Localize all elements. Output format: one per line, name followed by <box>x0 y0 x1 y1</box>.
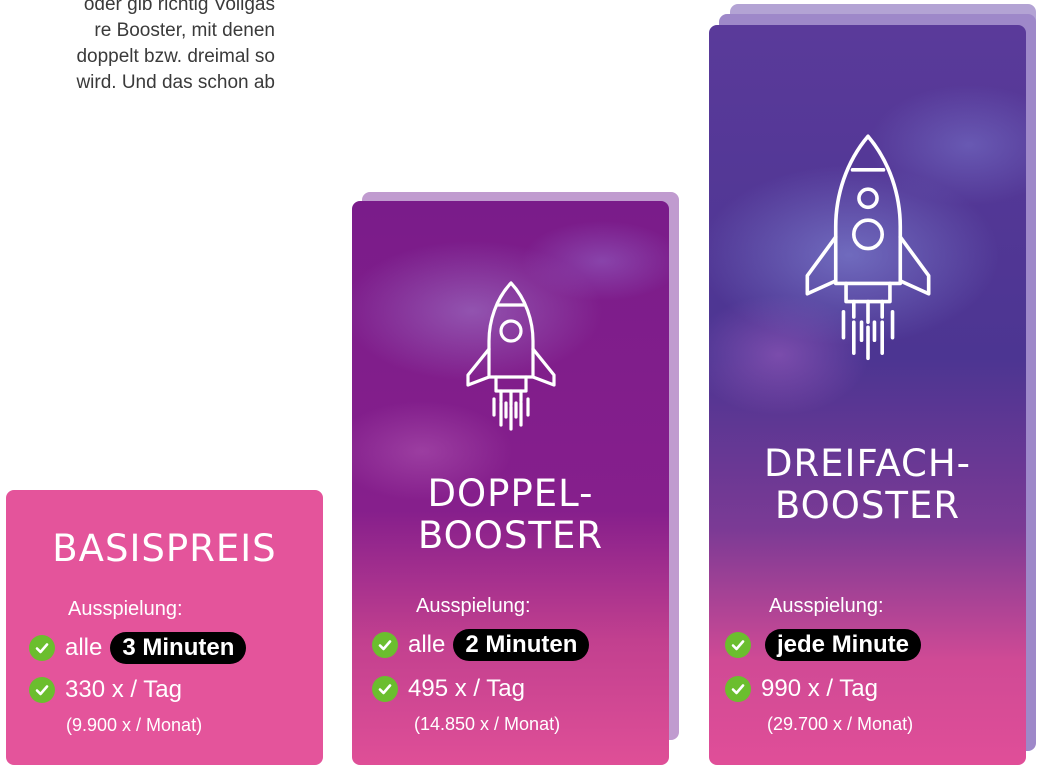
per-month-text: (9.900 x / Monat) <box>66 715 203 735</box>
intro-line: doppelt bzw. dreimal so <box>76 46 275 67</box>
frequency-pill: 2 Minuten <box>453 629 590 661</box>
frequency-pill: jede Minute <box>765 629 922 661</box>
check-circle-icon <box>372 676 398 702</box>
per-month-text: (29.700 x / Monat) <box>767 714 914 734</box>
per-day-row: 330 x / Tag <box>29 676 182 704</box>
frequency-pill: 3 Minuten <box>110 632 247 664</box>
basis-price-card[interactable]: BASISPREIS Ausspielung: alle 3 Minuten 3… <box>6 490 323 765</box>
per-day-text: 990 x / Tag <box>761 675 878 702</box>
frequency-prefix: alle <box>408 631 446 658</box>
ausspielung-label: Ausspielung: <box>416 595 531 617</box>
per-day-row: 495 x / Tag <box>372 675 525 703</box>
frequency-row: alle 3 Minuten <box>29 632 247 664</box>
card-title: BASISPREIS <box>6 528 323 570</box>
frequency-row: alle 2 Minuten <box>372 629 590 661</box>
card-title: DREIFACH- BOOSTER <box>709 443 1026 527</box>
intro-text: oder gib richtig Vollgas re Booster, mit… <box>0 0 275 96</box>
card-title-line: DREIFACH- <box>763 442 972 485</box>
check-circle-icon <box>372 632 398 658</box>
frequency-row: jede Minute <box>725 629 922 661</box>
dreifach-booster-card[interactable]: DREIFACH- BOOSTER Ausspielung: jede Minu… <box>709 25 1026 765</box>
frequency-prefix: alle <box>65 634 103 661</box>
doppel-booster-card[interactable]: DOPPEL- BOOSTER Ausspielung: alle 2 Minu… <box>352 201 669 765</box>
check-circle-icon <box>725 632 751 658</box>
intro-line: oder gib richtig Vollgas <box>83 0 275 15</box>
card-title-line: BOOSTER <box>774 484 961 527</box>
rocket-icon <box>797 131 939 361</box>
check-circle-icon <box>29 635 55 661</box>
per-day-text: 330 x / Tag <box>65 676 182 703</box>
check-circle-icon <box>725 676 751 702</box>
ausspielung-label: Ausspielung: <box>68 598 183 620</box>
per-month-text: (14.850 x / Monat) <box>414 714 561 734</box>
per-day-text: 495 x / Tag <box>408 675 525 702</box>
intro-line: wird. Und das schon ab <box>76 72 275 93</box>
card-title: DOPPEL- BOOSTER <box>352 473 669 557</box>
ausspielung-label: Ausspielung: <box>769 595 884 617</box>
check-circle-icon <box>29 677 55 703</box>
per-day-row: 990 x / Tag <box>725 675 878 703</box>
rocket-icon <box>456 279 566 431</box>
intro-line: re Booster, mit denen <box>94 20 275 41</box>
card-title-line: BASISPREIS <box>52 527 277 570</box>
card-title-line: DOPPEL- <box>427 472 594 515</box>
card-title-line: BOOSTER <box>417 514 604 557</box>
